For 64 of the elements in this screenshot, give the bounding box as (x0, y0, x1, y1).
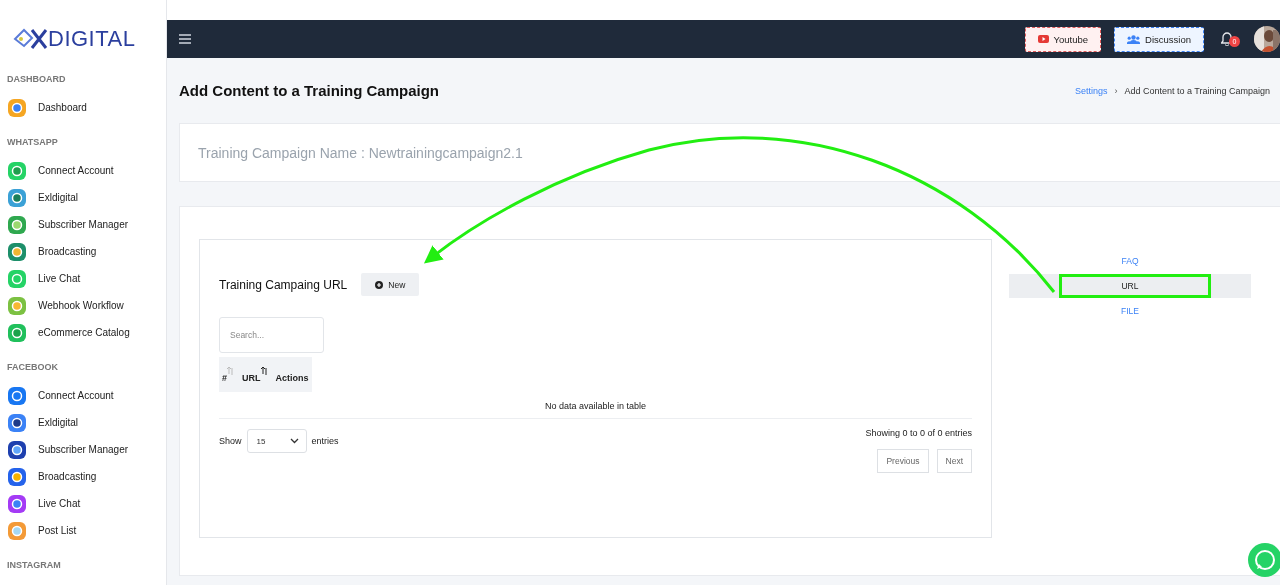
sort-icon (227, 366, 234, 375)
sidebar-item[interactable]: Post List (7, 517, 166, 544)
chevron-down-icon (289, 438, 299, 444)
app-icon (7, 295, 27, 316)
plus-icon (375, 280, 384, 289)
entries-label: entries (311, 436, 339, 446)
column-header[interactable]: URL (242, 366, 268, 383)
section-title: INSTAGRAM (7, 560, 62, 570)
panel-title: Training Campaing URL (219, 277, 348, 292)
breadcrumb-link[interactable]: Settings (1074, 85, 1108, 96)
sidebar-item[interactable]: Exldigital (7, 184, 166, 211)
sort-icon (260, 366, 268, 375)
column-header[interactable]: Actions (275, 366, 309, 383)
section-title: WHATSAPP (7, 137, 59, 147)
sidebar-item[interactable]: eCommerce Catalog (7, 319, 166, 346)
content-tab[interactable]: FAQ (1009, 249, 1251, 273)
sidebar-item[interactable]: Webhook Workflow (7, 292, 166, 319)
show-label: Show (219, 436, 242, 446)
breadcrumb-current: Add Content to a Training Campaign (1124, 85, 1270, 96)
app-icon (7, 214, 27, 235)
breadcrumb-separator: › (1114, 85, 1118, 96)
youtube-button[interactable]: Youtube (1024, 26, 1102, 52)
discussion-button[interactable]: Discussion (1114, 26, 1204, 52)
app-icon (7, 493, 27, 514)
app-icon (7, 187, 27, 208)
entries-select[interactable]: 15 (246, 429, 307, 453)
sidebar-item[interactable]: Subscriber Manager (7, 211, 166, 238)
bell-icon[interactable] (1221, 32, 1233, 46)
section-title: FACEBOOK (7, 362, 59, 372)
search-field[interactable]: Search... (219, 317, 324, 353)
campaign-name: Training Campaign Name : Newtrainingcampaign2.1 (198, 144, 523, 161)
logo-mark-icon (12, 26, 48, 52)
entries-info: Showing 0 to 0 of 0 entries (865, 428, 972, 438)
menu-icon[interactable] (179, 34, 191, 44)
sidebar-item[interactable]: Broadcasting (7, 463, 166, 490)
app-icon (7, 520, 27, 541)
sidebar-item[interactable]: Broadcasting (7, 238, 166, 265)
sidebar-item[interactable]: Subscriber Manager (7, 436, 166, 463)
section-title: DASHBOARD (7, 74, 67, 84)
app-icon (7, 412, 27, 433)
column-header[interactable]: # (222, 366, 234, 383)
play-icon (1037, 35, 1049, 43)
app-icon (7, 466, 27, 487)
page-title: Add Content to a Training Campaign (179, 82, 439, 99)
app-icon (7, 268, 27, 289)
content-tab[interactable]: FILE (1009, 299, 1251, 323)
pagination-button[interactable]: Previous (877, 449, 929, 473)
new-button[interactable]: New (361, 273, 420, 296)
sidebar-item[interactable]: Live Chat (7, 490, 166, 517)
app-icon (7, 439, 27, 460)
empty-message: No data available in table (219, 392, 972, 419)
pagination-button[interactable]: Next (936, 449, 972, 473)
sidebar-item[interactable]: Connect Account (7, 157, 166, 184)
sidebar-item[interactable]: Exldigital (7, 409, 166, 436)
app-icon (7, 322, 27, 343)
sidebar-item[interactable]: Live Chat (7, 265, 166, 292)
sidebar-item[interactable]: Connect Account (7, 382, 166, 409)
app-icon (7, 97, 27, 118)
app-icon (7, 160, 27, 181)
logo-text: DIGITAL (48, 26, 136, 52)
app-icon (7, 385, 27, 406)
people-icon (1127, 34, 1141, 44)
app-icon (7, 241, 27, 262)
sidebar-item[interactable]: Dashboard (7, 94, 166, 121)
